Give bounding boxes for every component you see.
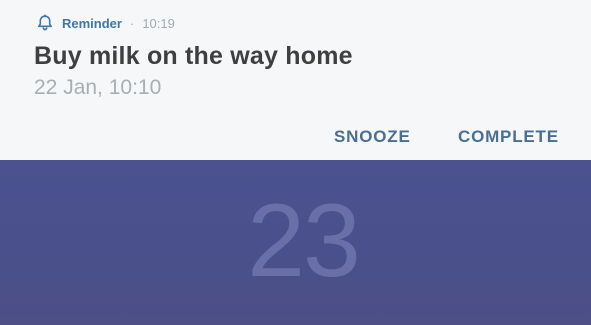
notification-actions: SNOOZE COMPLETE	[0, 122, 591, 152]
reminder-bell-icon	[36, 14, 54, 32]
notification-header: Reminder · 10:19	[36, 12, 175, 34]
notification-time: 10:19	[142, 15, 175, 31]
screen: Reminder · 10:19 Buy milk on the way hom…	[0, 0, 591, 325]
notification-subtitle: 22 Jan, 10:10	[34, 76, 162, 99]
snooze-button[interactable]: SNOOZE	[334, 122, 410, 152]
header-separator: ·	[129, 15, 135, 31]
lockscreen-date: 23	[247, 183, 361, 299]
notification-app-name: Reminder	[62, 15, 122, 31]
notification-title: Buy milk on the way home	[34, 42, 353, 70]
complete-button[interactable]: COMPLETE	[458, 122, 558, 152]
lockscreen-background: 23	[0, 160, 591, 325]
reminder-notification[interactable]: Reminder · 10:19 Buy milk on the way hom…	[0, 0, 591, 160]
